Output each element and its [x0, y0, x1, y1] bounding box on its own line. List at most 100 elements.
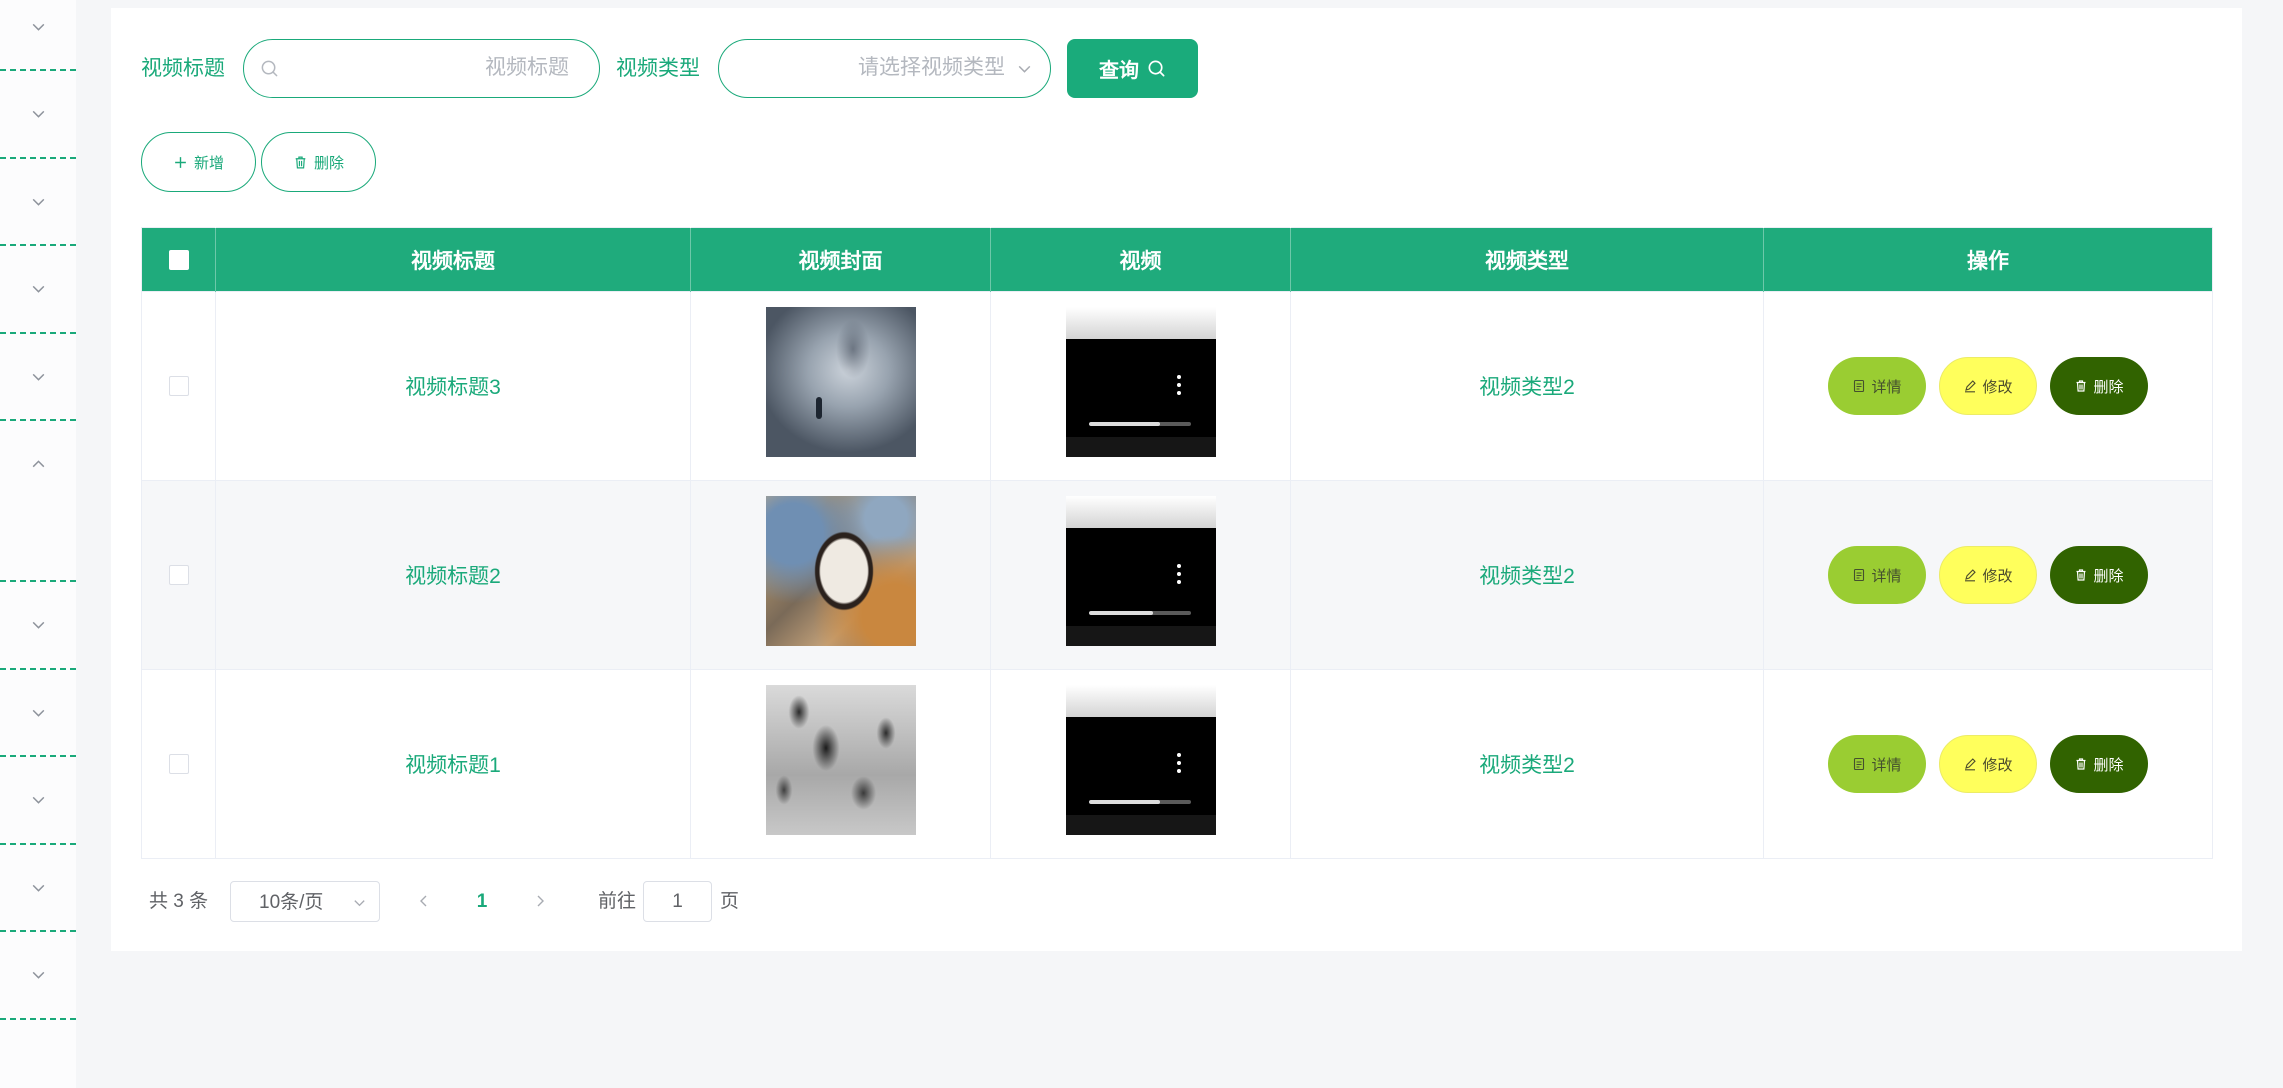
- sidebar-group[interactable]: [0, 421, 76, 582]
- type-cell: 视频类型2: [1290, 669, 1764, 859]
- delete-button[interactable]: 删除: [2050, 357, 2148, 415]
- sidebar-group-header[interactable]: [0, 582, 76, 668]
- sidebar-group-header[interactable]: [0, 334, 76, 420]
- more-options-icon[interactable]: [1176, 374, 1181, 396]
- actions-cell: 详情 修改 删除: [1763, 291, 2213, 481]
- video-progress-track[interactable]: [1088, 611, 1191, 615]
- table-row: 视频标题1 视频类型2 详情 修改 删除: [141, 669, 2213, 859]
- video-frame-top: [1065, 496, 1216, 528]
- batch-delete-button-label: 删除: [313, 154, 344, 172]
- add-button[interactable]: 新增: [141, 132, 256, 192]
- video-progress-track[interactable]: [1088, 422, 1191, 426]
- video-player[interactable]: [1065, 496, 1216, 646]
- batch-delete-button[interactable]: 删除: [261, 132, 376, 192]
- title-cell: 视频标题1: [215, 669, 691, 859]
- video-progress-track[interactable]: [1088, 800, 1191, 804]
- type-select[interactable]: 请选择视频类型: [718, 39, 1051, 98]
- video-type: 视频类型2: [1479, 754, 1575, 777]
- video-title: 视频标题3: [405, 376, 501, 399]
- sidebar-group[interactable]: [0, 246, 76, 334]
- detail-button[interactable]: 详情: [1828, 546, 1926, 604]
- detail-button[interactable]: 详情: [1828, 735, 1926, 793]
- title-search-input[interactable]: [288, 40, 599, 96]
- row-actions: 详情 修改 删除: [1764, 546, 2212, 604]
- sidebar-group[interactable]: [0, 71, 76, 159]
- page-size-value: 10条/页: [259, 892, 324, 913]
- row-actions: 详情 修改 删除: [1764, 735, 2212, 793]
- page-number-current[interactable]: 1: [472, 881, 492, 922]
- column-header-actions: 操作: [1763, 227, 2213, 292]
- delete-button[interactable]: 删除: [2050, 546, 2148, 604]
- goto-page-input[interactable]: [643, 881, 712, 922]
- title-search-field[interactable]: [243, 39, 600, 98]
- more-options-icon[interactable]: [1176, 563, 1181, 585]
- video-player[interactable]: [1065, 307, 1216, 457]
- video-player[interactable]: [1065, 685, 1216, 835]
- sidebar-group-header[interactable]: [0, 246, 76, 332]
- edit-button-label: 修改: [1982, 567, 2013, 585]
- edit-button[interactable]: 修改: [1939, 357, 2037, 415]
- type-select-placeholder: 请选择视频类型: [858, 56, 1005, 79]
- sidebar-group[interactable]: [0, 334, 76, 421]
- document-icon: [1852, 379, 1866, 393]
- prev-page-button[interactable]: [416, 881, 432, 922]
- sidebar-group[interactable]: [0, 932, 76, 1020]
- sidebar-group-header[interactable]: [0, 71, 76, 157]
- title-cell: 视频标题3: [215, 291, 691, 481]
- next-page-button[interactable]: [532, 881, 548, 922]
- sidebar-group-header[interactable]: [0, 932, 76, 1018]
- detail-button[interactable]: 详情: [1828, 357, 1926, 415]
- chevron-down-icon: [352, 895, 367, 910]
- trash-icon: [2074, 568, 2088, 582]
- chevron-down-icon: [32, 373, 44, 381]
- row-select-cell: [141, 669, 216, 859]
- sidebar-group-header[interactable]: [0, 0, 76, 69]
- row-checkbox[interactable]: [168, 376, 189, 397]
- sidebar-group-header[interactable]: [0, 845, 76, 931]
- sidebar-group[interactable]: [0, 582, 76, 670]
- sidebar-group[interactable]: [0, 0, 76, 71]
- type-cell: 视频类型2: [1290, 480, 1764, 670]
- video-title: 视频标题1: [405, 754, 501, 777]
- row-checkbox[interactable]: [168, 754, 189, 775]
- query-button-label: 查询: [1099, 60, 1139, 82]
- cover-image: [765, 496, 916, 646]
- video-cell: [990, 480, 1291, 670]
- sidebar-group[interactable]: [0, 159, 76, 246]
- query-button[interactable]: 查询: [1067, 39, 1198, 98]
- sidebar-group-header[interactable]: [0, 159, 76, 245]
- pencil-icon: [1963, 568, 1977, 582]
- delete-button-label: 删除: [2093, 378, 2124, 396]
- pencil-icon: [1963, 379, 1977, 393]
- sidebar-group[interactable]: [0, 670, 76, 757]
- chevron-down-icon: [32, 286, 44, 293]
- edit-button[interactable]: 修改: [1939, 546, 2037, 604]
- chevron-down-icon: [32, 23, 44, 31]
- sidebar-group-header[interactable]: [0, 421, 76, 507]
- pencil-icon: [1963, 757, 1977, 771]
- sidebar: [0, 0, 76, 1088]
- edit-button-label: 修改: [1982, 756, 2013, 774]
- video-controls-bar: [1065, 626, 1216, 646]
- select-all-checkbox[interactable]: [168, 249, 189, 270]
- cover-image: [765, 307, 916, 457]
- goto-suffix: 页: [720, 891, 740, 912]
- video-progress-fill: [1088, 800, 1160, 804]
- row-checkbox[interactable]: [168, 565, 189, 586]
- delete-button[interactable]: 删除: [2050, 735, 2148, 793]
- sidebar-group-header[interactable]: [0, 670, 76, 756]
- sidebar-group[interactable]: [0, 845, 76, 932]
- chevron-down-icon: [32, 884, 44, 892]
- title-filter-label: 视频标题: [141, 57, 225, 80]
- chevron-down-icon: [32, 709, 44, 717]
- sidebar-group[interactable]: [0, 757, 76, 845]
- page-size-select[interactable]: 10条/页: [230, 881, 380, 922]
- video-cell: [990, 669, 1291, 859]
- row-actions: 详情 修改 删除: [1764, 357, 2212, 415]
- video-type: 视频类型2: [1479, 565, 1575, 588]
- edit-button[interactable]: 修改: [1939, 735, 2037, 793]
- sidebar-group-header[interactable]: [0, 757, 76, 843]
- chevron-down-icon: [32, 797, 44, 804]
- video-progress-fill: [1088, 422, 1160, 426]
- more-options-icon[interactable]: [1176, 752, 1181, 774]
